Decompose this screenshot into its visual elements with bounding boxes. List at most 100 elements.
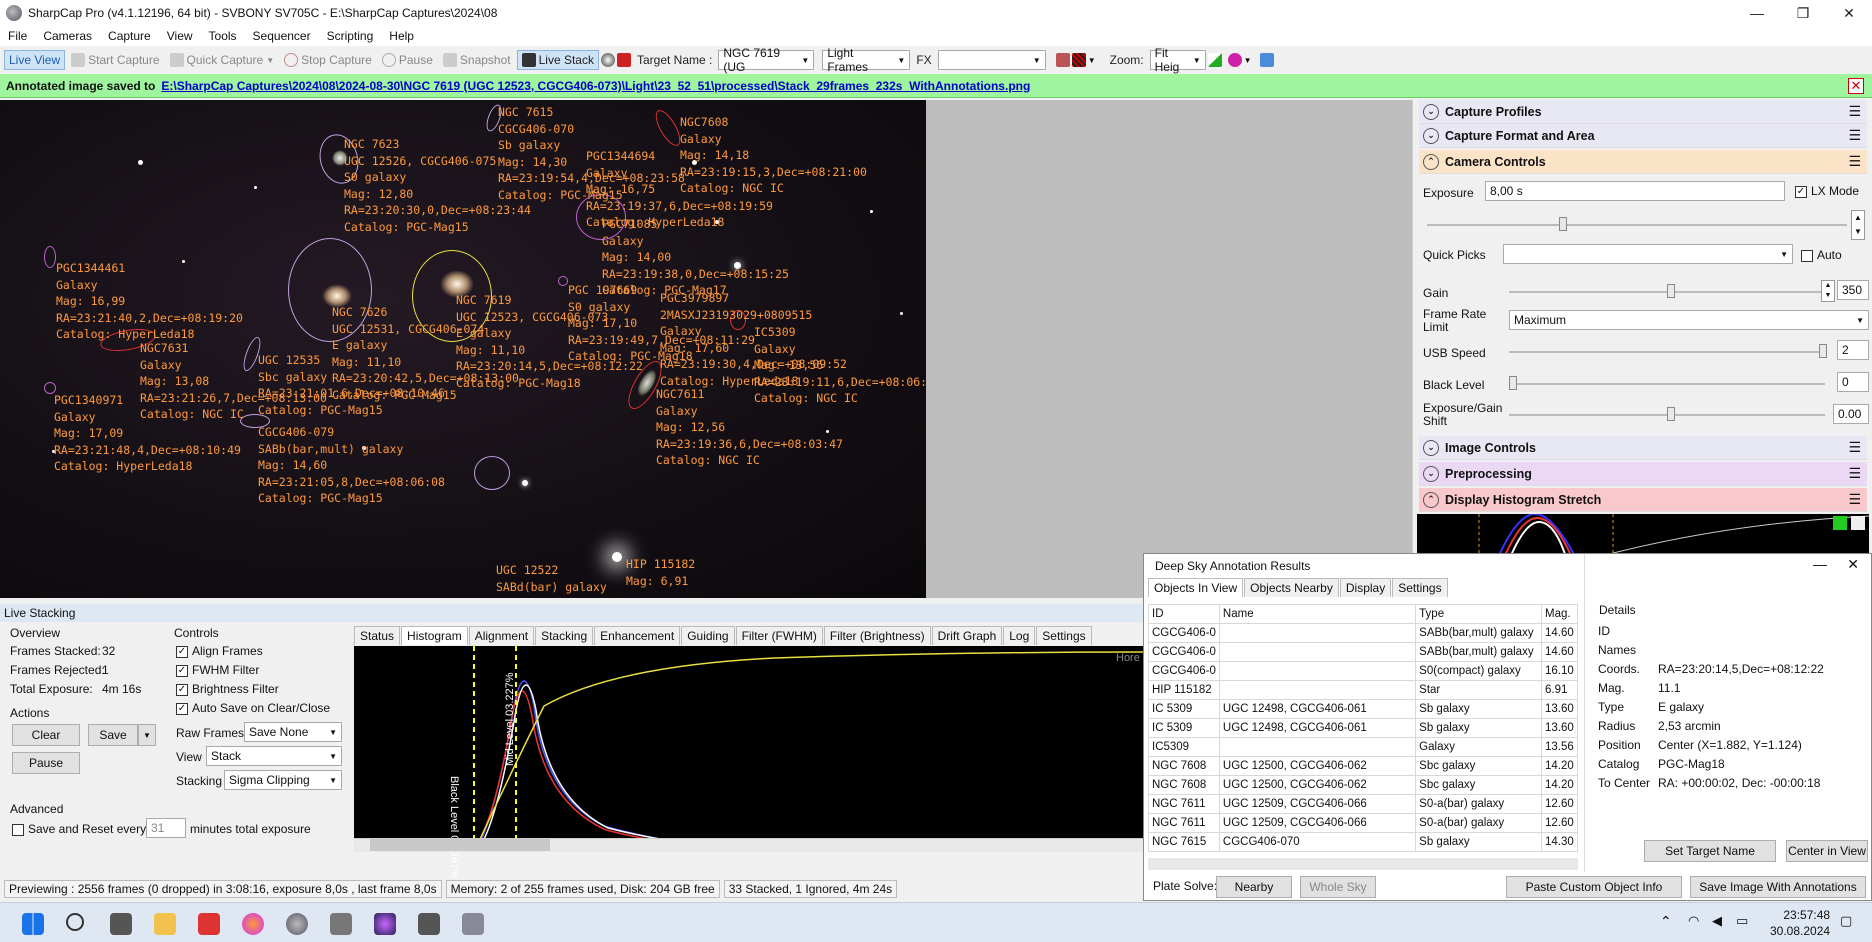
table-row[interactable]: NGC 7608 UGC 12500, CGCG406-062 Sbc galaxy… [1148,756,1578,776]
save-button[interactable]: Save [88,724,138,746]
menu-capture[interactable]: Capture [100,29,159,43]
quick-capture-button[interactable]: Quick Capture ▼ [166,51,279,69]
auto-save-checkbox[interactable]: ✓ Auto Save on Clear/Close [176,701,330,715]
tab-filter-fwhm[interactable]: Filter (FWHM) [735,626,823,645]
dsa-minimize-button[interactable]: — [1813,556,1827,572]
raw-frames-combo[interactable]: Save None ▼ [244,722,342,742]
notice-close-button[interactable]: ✕ [1848,78,1864,94]
notice-path-link[interactable]: E:\SharpCap Captures\2024\08\2024-08-30\… [161,79,1030,93]
tab-settings[interactable]: Settings [1036,626,1092,645]
frame-type-combo[interactable]: Light Frames ▼ [822,46,911,74]
magnifier-dropdown-icon[interactable]: ▼ [1244,56,1252,65]
highlight-icon[interactable] [1071,53,1086,67]
black-level-thumb[interactable] [1509,376,1517,390]
search-icon[interactable] [66,913,84,931]
lx-mode-checkbox[interactable]: ✓ LX Mode [1795,184,1859,198]
tools-icon[interactable] [1259,53,1274,67]
menu-icon[interactable]: ☰ [1848,465,1861,482]
stacking-combo[interactable]: Sigma Clipping ▼ [224,770,342,790]
table-scrollbar[interactable] [1148,858,1578,870]
menu-sequencer[interactable]: Sequencer [245,29,319,43]
black-level-input[interactable]: 0 [1837,372,1869,392]
clear-button[interactable]: Clear [12,724,80,746]
speaker-icon[interactable]: ◀ [1712,913,1722,929]
auto-checkbox[interactable]: Auto [1801,248,1842,262]
usb-speed-slider[interactable] [1509,351,1825,353]
maximize-button[interactable]: ❐ [1780,0,1826,26]
nearby-button[interactable]: Nearby [1216,876,1292,898]
task-view-icon[interactable] [110,913,132,935]
tab-alignment[interactable]: Alignment [468,626,535,645]
section-display-histogram[interactable]: ⌃ Display Histogram Stretch ☰ [1419,488,1867,512]
wifi-icon[interactable]: ◠ [1688,913,1699,929]
histogram-scrollbar[interactable] [354,838,1144,852]
exposure-gain-shift-thumb[interactable] [1667,407,1675,421]
start-capture-button[interactable]: Start Capture [67,51,163,69]
app-red-icon[interactable] [198,913,220,935]
zoom-combo[interactable]: Fit Heig ▼ [1149,46,1206,74]
tab-stacking[interactable]: Stacking [535,626,594,645]
fwhm-filter-checkbox[interactable]: ✓ FWHM Filter [176,663,259,677]
stop-capture-button[interactable]: Stop Capture [280,51,376,69]
gain-spinner[interactable]: ▲ ▼ [1821,280,1835,302]
table-row[interactable]: CGCG406-0 SABb(bar,mult) galaxy 14.60 [1148,642,1578,662]
windows-start-icon[interactable] [22,913,44,935]
usb-speed-input[interactable]: 2 [1837,340,1869,360]
save-image-with-annotations-button[interactable]: Save Image With Annotations [1690,876,1866,898]
exposure-gain-shift-input[interactable]: 0.00 [1833,404,1869,424]
target-name-combo[interactable]: NGC 7619 (UG ▼ [718,46,815,74]
tab-guiding[interactable]: Guiding [681,626,735,645]
table-row[interactable]: IC 5309 UGC 12498, CGCG406-061 Sb galaxy 13… [1148,699,1578,719]
table-row[interactable]: CGCG406-0 SABb(bar,mult) galaxy 14.60 [1148,623,1578,643]
chevron-up-icon[interactable]: ⌃ [1660,913,1672,930]
magnifier-icon[interactable] [1227,53,1242,67]
notification-icon[interactable]: ▢ [1840,913,1852,929]
table-row[interactable]: IC 5309 UGC 12498, CGCG406-061 Sb galaxy 13… [1148,718,1578,738]
exposure-slider[interactable] [1427,224,1847,226]
live-stack-button[interactable]: Live Stack [516,50,599,70]
table-row[interactable]: HIP 115182 Star 6.91 [1148,680,1578,700]
tool-icon[interactable] [418,913,440,935]
file-explorer-icon[interactable] [154,913,176,935]
section-capture-format[interactable]: ⌄ Capture Format and Area ☰ [1419,124,1867,148]
view-combo[interactable]: Stack ▼ [206,746,342,766]
stellarium-icon[interactable] [374,913,396,935]
table-row[interactable]: NGC 7608 UGC 12500, CGCG406-062 Sbc galaxy… [1148,775,1578,795]
stack-histogram[interactable]: Black Level 02.367% Mid Level 03.227% Ho… [354,646,1144,879]
sky-image[interactable]: NGC 7623 UGC 12526, CGCG406-075 S0 galax… [0,100,926,598]
menu-icon[interactable]: ☰ [1848,103,1861,120]
menu-icon[interactable]: ☰ [1848,491,1861,508]
align-frames-checkbox[interactable]: ✓ Align Frames [176,644,263,658]
sharpcap-icon[interactable] [286,913,308,935]
save-dropdown-button[interactable]: ▼ [138,724,156,746]
robot-icon[interactable] [462,913,484,935]
save-reset-minutes-input[interactable]: 31 [146,818,186,838]
menu-help[interactable]: Help [381,29,422,43]
tab-dsa-settings[interactable]: Settings [1392,578,1448,597]
tab-filter-brightness[interactable]: Filter (Brightness) [823,626,931,645]
menu-file[interactable]: File [0,29,35,43]
pen-tool-icon[interactable] [330,913,352,935]
menu-icon[interactable]: ☰ [1848,153,1861,170]
tab-status[interactable]: Status [354,626,401,645]
black-level-slider[interactable] [1509,383,1825,385]
section-camera-controls[interactable]: ⌃ Camera Controls ☰ [1419,150,1867,174]
tab-display[interactable]: Display [1339,578,1392,597]
menu-view[interactable]: View [159,29,201,43]
paste-custom-object-button[interactable]: Paste Custom Object Info [1506,876,1682,898]
menu-tools[interactable]: Tools [201,29,245,43]
red-target-icon[interactable] [616,53,631,67]
menu-icon[interactable]: ☰ [1848,127,1861,144]
save-reset-checkbox[interactable]: Save and Reset every [12,822,146,836]
tab-objects-in-view[interactable]: Objects In View [1148,578,1244,597]
frame-rate-combo[interactable]: Maximum ▼ [1509,310,1869,330]
live-view-button[interactable]: Live View [4,50,66,70]
tab-enhancement[interactable]: Enhancement [594,626,681,645]
tab-log[interactable]: Log [1003,626,1036,645]
table-row[interactable]: NGC 7611 UGC 12509, CGCG406-066 S0-a(bar) … [1148,794,1578,814]
tab-objects-nearby[interactable]: Objects Nearby [1244,578,1339,597]
snapshot-button[interactable]: Snapshot [439,51,515,69]
exposure-slider-thumb[interactable] [1559,217,1567,231]
section-image-controls[interactable]: ⌄ Image Controls ☰ [1419,436,1867,460]
brightness-filter-checkbox[interactable]: ✓ Brightness Filter [176,682,279,696]
